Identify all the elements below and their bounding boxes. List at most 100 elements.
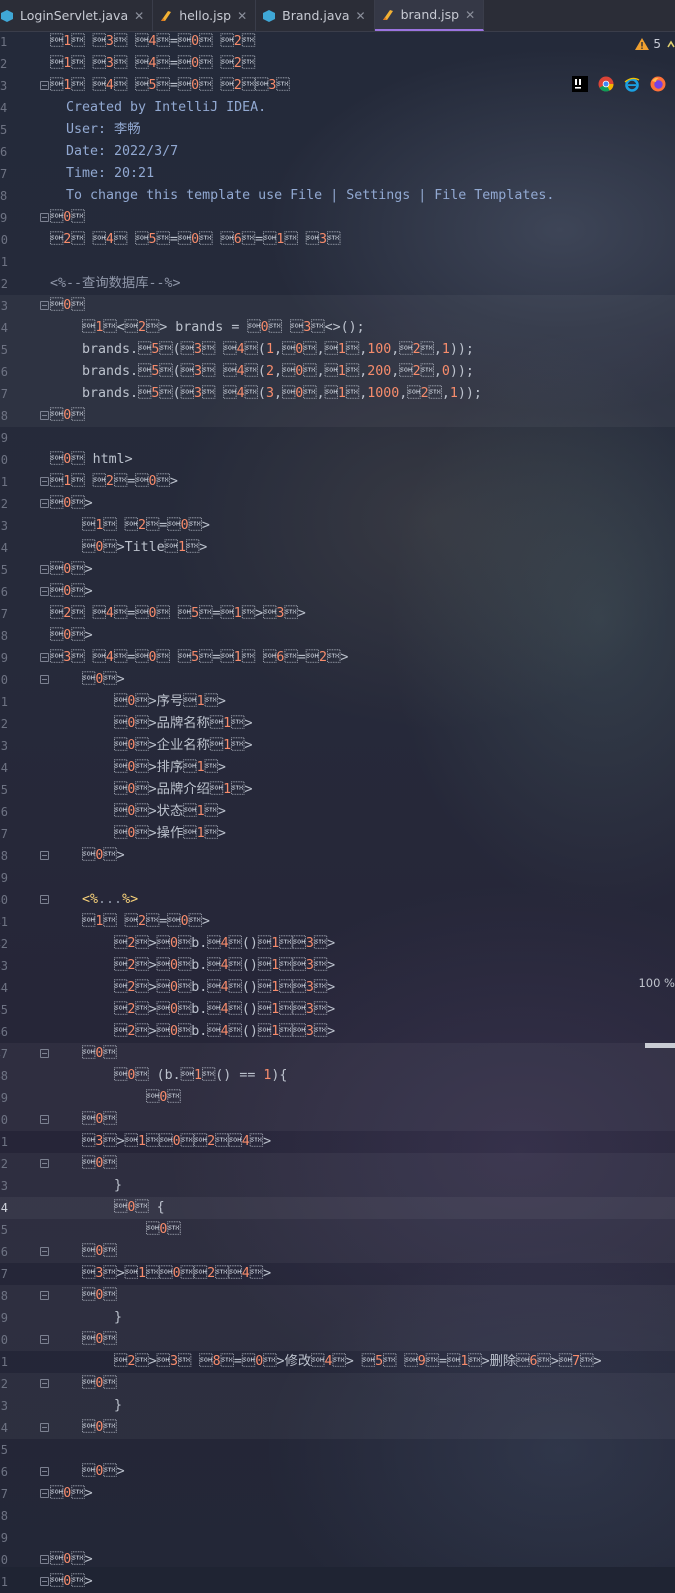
code-text[interactable]: 0>企业名称1> (50, 735, 252, 757)
code-line[interactable]: 64 0 (0, 1417, 675, 1439)
code-text[interactable]: 2>3 8=0>修改4> 5 9=1>删除6… (50, 1351, 601, 1373)
fold-toggle-icon[interactable] (40, 477, 49, 486)
code-line[interactable]: 66 0> (0, 1461, 675, 1483)
code-text[interactable]: 0 (50, 1329, 117, 1351)
code-line[interactable]: 11 (0, 251, 675, 273)
code-text[interactable]: 3>1024> (50, 1131, 271, 1153)
code-line[interactable]: 48 0 (b.1() == 1){ (0, 1065, 675, 1087)
code-line[interactable]: 293 4=0 5=1 6=2> (0, 647, 675, 669)
code-line[interactable]: 180 (0, 405, 675, 427)
code-line[interactable]: 63 } (0, 1395, 675, 1417)
code-line[interactable]: 69 (0, 1527, 675, 1549)
code-line[interactable]: 30 0> (0, 669, 675, 691)
code-text[interactable]: 0> (50, 493, 93, 515)
code-line[interactable]: 58 0 (0, 1285, 675, 1307)
code-text[interactable]: 1<2> brands = 0 3<>(); (50, 317, 365, 339)
chevron-up-icon[interactable] (667, 38, 675, 50)
code-line[interactable]: 65 (0, 1439, 675, 1461)
code-line[interactable]: 33 0>企业名称1> (0, 735, 675, 757)
fold-toggle-icon[interactable] (40, 851, 49, 860)
code-line[interactable]: 130 (0, 295, 675, 317)
fold-toggle-icon[interactable] (40, 1379, 49, 1388)
code-text[interactable]: 0 (50, 1109, 117, 1131)
code-text[interactable]: 0> (50, 1461, 125, 1483)
fold-toggle-icon[interactable] (40, 81, 49, 90)
code-line[interactable]: 700> (0, 1549, 675, 1571)
code-text[interactable]: 0> (50, 1549, 93, 1571)
fold-toggle-icon[interactable] (40, 213, 49, 222)
code-line[interactable]: 211 2=0> (0, 471, 675, 493)
code-text[interactable]: 0 html> (50, 449, 133, 471)
code-line[interactable]: 50 0 (0, 1109, 675, 1131)
code-line[interactable]: 16 brands.5(3 4(2,0,1,200,2,… (0, 361, 675, 383)
code-line[interactable]: 43 2>0b.4()13> (0, 955, 675, 977)
code-text[interactable]: 0 (50, 1417, 117, 1439)
code-text[interactable]: 0 (50, 405, 85, 427)
code-text[interactable]: 2>0b.4()13> (50, 999, 335, 1021)
code-text[interactable]: } (50, 1175, 122, 1197)
code-line[interactable]: 2 1 3 4=0 2 (0, 53, 675, 75)
fold-toggle-icon[interactable] (40, 1555, 49, 1564)
tab-hello-jsp[interactable]: hello.jsp ✕ (153, 0, 257, 31)
code-line[interactable]: 53 } (0, 1175, 675, 1197)
code-text[interactable]: 0 (b.1() == 1){ (50, 1065, 287, 1087)
code-line[interactable]: 102 4 5=0 6=1 3 (0, 229, 675, 251)
fold-toggle-icon[interactable] (40, 499, 49, 508)
code-text[interactable]: Date: 2022/3/7 (50, 141, 178, 163)
code-text[interactable]: brands.5(3 4(2,0,1,200,2,0))… (50, 361, 474, 383)
code-line[interactable]: 23 1 2=0> (0, 515, 675, 537)
code-line[interactable]: 9 0 (0, 207, 675, 229)
code-line[interactable]: 200 html> (0, 449, 675, 471)
code-text[interactable]: 0 (50, 1153, 117, 1175)
code-text[interactable]: 1 2=0> (50, 515, 210, 537)
code-text[interactable]: 0 (50, 1373, 117, 1395)
code-line[interactable]: 52 0 (0, 1153, 675, 1175)
code-line[interactable]: 60 0 (0, 1329, 675, 1351)
code-text[interactable]: 1 3 4=0 2 (50, 53, 255, 75)
code-line[interactable]: 670> (0, 1483, 675, 1505)
code-text[interactable]: 0 (50, 1241, 117, 1263)
code-text[interactable]: 0> (50, 1483, 93, 1505)
fold-toggle-icon[interactable] (40, 1115, 49, 1124)
code-line[interactable]: 260> (0, 581, 675, 603)
fold-toggle-icon[interactable] (40, 587, 49, 596)
code-line[interactable]: 8 To change this template use File | Set… (0, 185, 675, 207)
code-text[interactable]: 3>1024> (50, 1263, 271, 1285)
code-line[interactable]: 45 2>0b.4()13> (0, 999, 675, 1021)
code-text[interactable]: Time: 20:21 (50, 163, 154, 185)
code-line[interactable]: 41 1 2=0> (0, 911, 675, 933)
code-text[interactable]: To change this template use File | Setti… (50, 185, 554, 207)
code-text[interactable]: 0> (50, 669, 125, 691)
code-line[interactable]: 19 (0, 427, 675, 449)
code-text[interactable]: 2>0b.4()13> (50, 977, 335, 999)
code-text[interactable]: 0 (50, 295, 85, 317)
code-text[interactable]: 0>排序1> (50, 757, 226, 779)
tab-brand-java[interactable]: Brand.java ✕ (256, 0, 375, 31)
code-text[interactable]: 0> (50, 581, 93, 603)
code-line[interactable]: 71 0> (0, 1571, 675, 1593)
code-text[interactable]: 0>Title1> (50, 537, 207, 559)
code-text[interactable]: 2>0b.4()13> (50, 1021, 335, 1043)
code-line[interactable]: 32 0>品牌名称1> (0, 713, 675, 735)
code-text[interactable]: 2 4=0 5=1>3> (50, 603, 306, 625)
code-text[interactable]: <%--查询数据库--%> (50, 273, 181, 295)
code-line[interactable]: 4 Created by IntelliJ IDEA. (0, 97, 675, 119)
code-line[interactable]: 1 1 3 4=0 2 (0, 31, 675, 53)
tab-login-servlet[interactable]: LoginServlet.java ✕ (0, 0, 154, 31)
code-text[interactable]: 0 { (50, 1197, 165, 1219)
code-text[interactable]: 3 4=0 5=1 6=2> (50, 647, 348, 669)
code-editor[interactable]: 1 1 3 4=0 2 2 1 3 4=0 2… (0, 31, 675, 1589)
code-line[interactable]: 38 0> (0, 845, 675, 867)
code-line[interactable]: 14 1<2> brands = 0 3<>(); (0, 317, 675, 339)
fold-toggle-icon[interactable] (40, 1335, 49, 1344)
code-text[interactable]: 0> (50, 845, 125, 867)
horizontal-scrollbar[interactable] (645, 1043, 675, 1048)
code-text[interactable]: } (50, 1395, 122, 1417)
code-text[interactable]: 1 2=0> (50, 471, 178, 493)
intellij-browser-icon[interactable] (571, 75, 589, 93)
code-text[interactable]: 0 (50, 207, 85, 229)
code-text[interactable]: 2 4 5=0 6=1 3 (50, 229, 340, 251)
code-text[interactable]: User: 李畅 (50, 119, 141, 141)
code-line[interactable]: 54 0 { (0, 1197, 675, 1219)
code-text[interactable]: 2>0b.4()13> (50, 955, 335, 977)
